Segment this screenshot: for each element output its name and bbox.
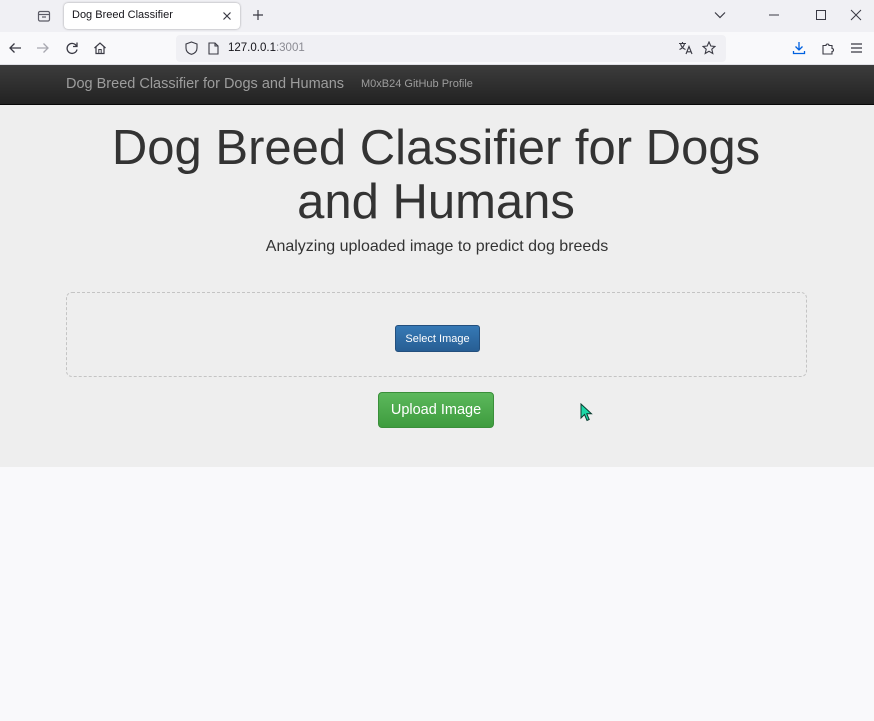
url-host: 127.0.0.1 <box>228 42 276 54</box>
minimize-icon[interactable] <box>762 4 786 26</box>
select-image-button[interactable]: Select Image <box>395 325 480 352</box>
back-arrow-icon[interactable] <box>4 37 26 59</box>
browser-tab-bar: Dog Breed Classifier <box>0 0 874 32</box>
chevron-down-icon[interactable] <box>708 4 732 26</box>
page-title: Dog Breed Classifier for Dogs and Humans <box>111 121 761 229</box>
hamburger-menu-icon[interactable] <box>845 37 867 59</box>
hero-section: Dog Breed Classifier for Dogs and Humans… <box>0 105 874 467</box>
puzzle-icon[interactable] <box>817 37 839 59</box>
star-icon[interactable] <box>698 37 720 59</box>
url-bar[interactable]: 127.0.0.1:3001 <box>176 35 726 62</box>
active-tab[interactable]: Dog Breed Classifier <box>64 3 240 29</box>
download-icon[interactable] <box>788 37 810 59</box>
forward-arrow-icon[interactable] <box>32 37 54 59</box>
tab-list-icon[interactable] <box>32 4 56 28</box>
close-window-icon[interactable] <box>844 4 868 26</box>
translate-icon[interactable] <box>674 37 696 59</box>
github-profile-link[interactable]: M0xB24 GitHub Profile <box>361 78 473 90</box>
page-subtitle: Analyzing uploaded image to predict dog … <box>265 238 609 255</box>
home-icon[interactable] <box>89 37 111 59</box>
maximize-icon[interactable] <box>809 4 833 26</box>
url-text: 127.0.0.1:3001 <box>228 42 305 54</box>
browser-toolbar: 127.0.0.1:3001 <box>0 32 874 65</box>
url-port: :3001 <box>275 42 305 54</box>
navbar-brand[interactable]: Dog Breed Classifier for Dogs and Humans <box>66 76 344 92</box>
tab-title: Dog Breed Classifier <box>72 9 173 21</box>
site-navbar: Dog Breed Classifier for Dogs and Humans… <box>0 65 874 105</box>
page-icon[interactable] <box>202 37 224 59</box>
image-dropzone[interactable]: Select Image <box>66 292 807 377</box>
reload-icon[interactable] <box>61 37 83 59</box>
new-tab-plus-icon[interactable] <box>248 5 268 25</box>
mouse-cursor-icon <box>580 402 594 423</box>
close-tab-icon[interactable] <box>218 7 236 25</box>
upload-image-button[interactable]: Upload Image <box>378 392 494 428</box>
shield-icon[interactable] <box>180 37 202 59</box>
